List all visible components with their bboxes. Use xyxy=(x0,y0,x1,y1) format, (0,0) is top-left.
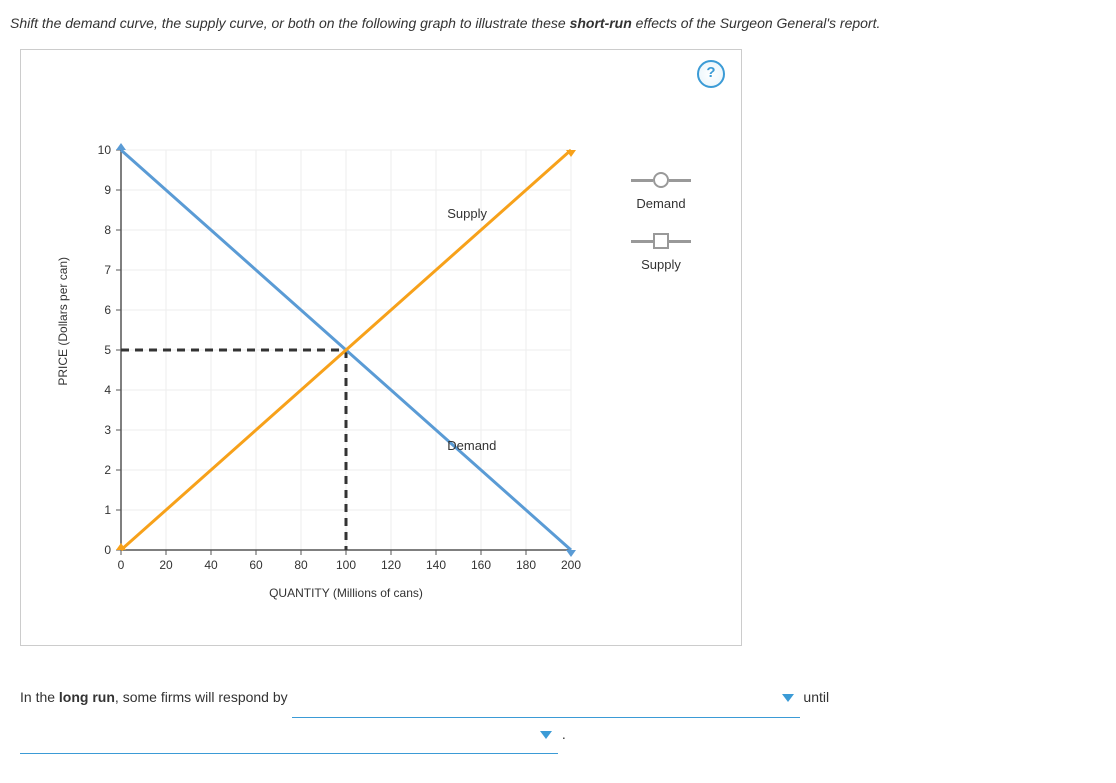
dropdown-response[interactable] xyxy=(292,681,800,718)
x-tick: 180 xyxy=(511,558,541,572)
y-tick: 10 xyxy=(81,143,111,157)
demand-curve-label: Demand xyxy=(447,438,496,453)
x-tick: 60 xyxy=(241,558,271,572)
legend-supply-handle[interactable]: Supply xyxy=(631,231,691,272)
x-axis-label: QUANTITY (Millions of cans) xyxy=(121,586,571,600)
legend: Demand Supply xyxy=(631,170,691,292)
instruction-text: Shift the demand curve, the supply curve… xyxy=(10,15,1106,31)
legend-demand-handle[interactable]: Demand xyxy=(631,170,691,211)
x-tick: 20 xyxy=(151,558,181,572)
x-tick: 160 xyxy=(466,558,496,572)
x-tick: 100 xyxy=(331,558,361,572)
legend-supply-label: Supply xyxy=(631,257,691,272)
y-tick: 5 xyxy=(81,343,111,357)
dropdown-until[interactable] xyxy=(20,718,558,755)
legend-demand-label: Demand xyxy=(631,196,691,211)
fill-in-sentence: In the long run, some firms will respond… xyxy=(20,681,1080,754)
chart-area[interactable]: Supply Demand PRICE (Dollars per can) QUA… xyxy=(51,150,731,620)
x-tick: 140 xyxy=(421,558,451,572)
chevron-down-icon xyxy=(782,694,794,702)
y-tick: 9 xyxy=(81,183,111,197)
y-axis-label: PRICE (Dollars per can) xyxy=(56,257,70,386)
chart-panel: ? Supply Demand PRICE (Dollars per can) Q… xyxy=(20,49,742,646)
y-tick: 7 xyxy=(81,263,111,277)
x-tick: 200 xyxy=(556,558,586,572)
help-icon[interactable]: ? xyxy=(697,60,725,88)
supply-curve-label: Supply xyxy=(447,206,487,221)
circle-icon xyxy=(653,172,669,188)
x-tick: 120 xyxy=(376,558,406,572)
x-tick: 40 xyxy=(196,558,226,572)
y-tick: 4 xyxy=(81,383,111,397)
x-tick: 80 xyxy=(286,558,316,572)
y-tick: 3 xyxy=(81,423,111,437)
y-tick: 8 xyxy=(81,223,111,237)
y-tick: 2 xyxy=(81,463,111,477)
x-tick: 0 xyxy=(106,558,136,572)
y-tick: 6 xyxy=(81,303,111,317)
y-tick: 0 xyxy=(81,543,111,557)
chevron-down-icon xyxy=(540,731,552,739)
y-tick: 1 xyxy=(81,503,111,517)
square-icon xyxy=(653,233,669,249)
